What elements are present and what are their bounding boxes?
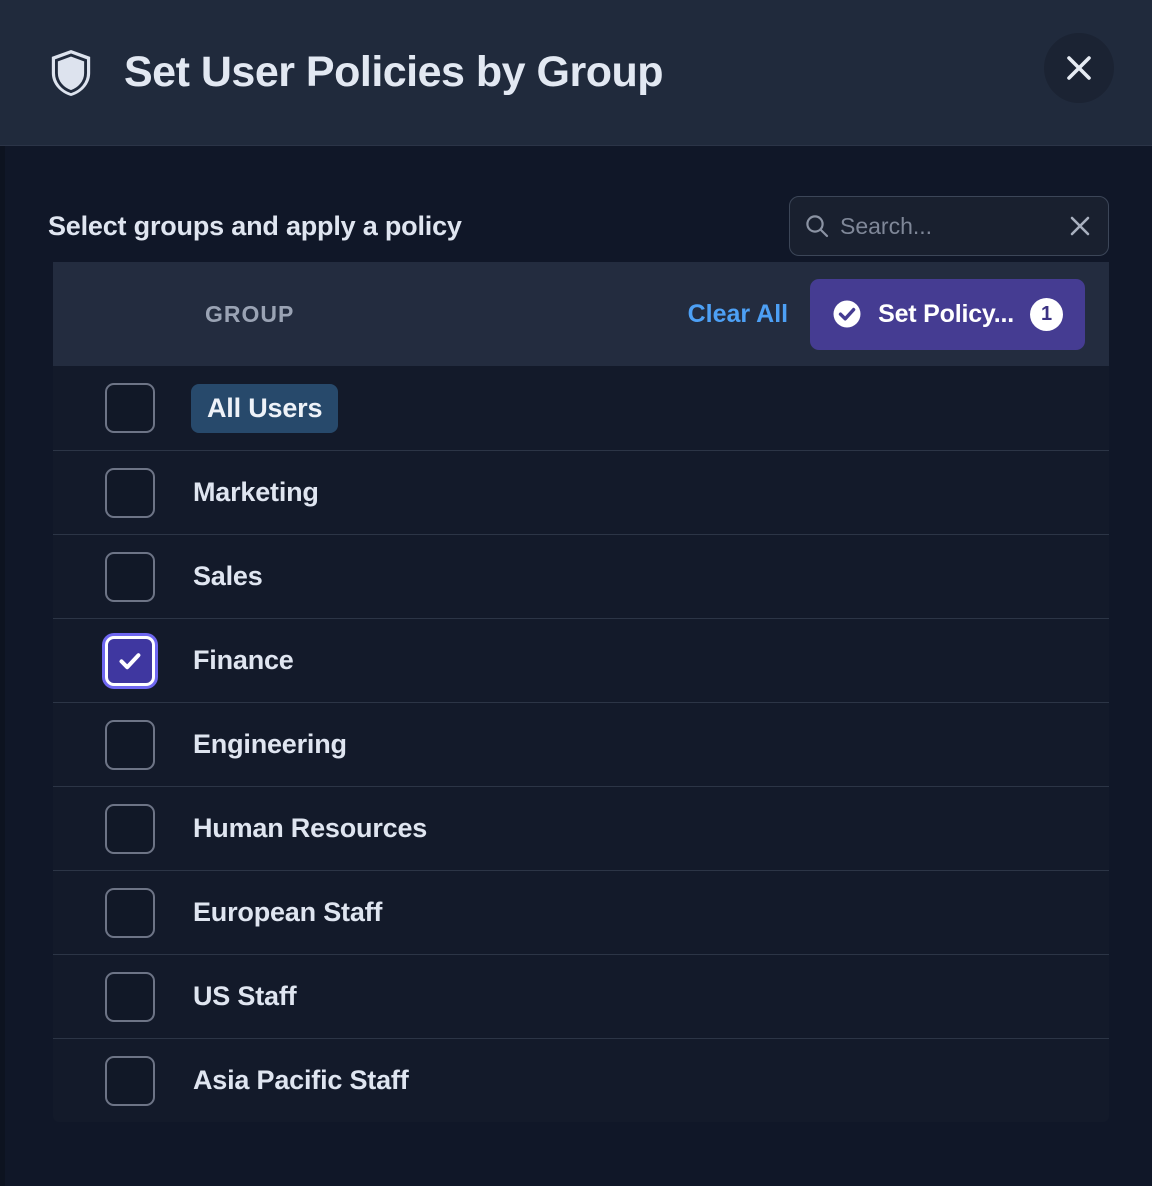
group-name: Asia Pacific Staff (193, 1065, 409, 1095)
selection-count-badge: 1 (1030, 297, 1063, 331)
close-button[interactable] (1044, 33, 1114, 103)
search-box[interactable] (789, 196, 1109, 256)
group-checkbox[interactable] (105, 383, 155, 433)
page-title: Set User Policies by Group (124, 48, 664, 96)
group-name: Human Resources (193, 813, 428, 843)
group-checkbox[interactable] (105, 551, 155, 602)
table-row[interactable]: US Staff (53, 954, 1109, 1038)
group-name: Marketing (193, 477, 319, 507)
group-checkbox[interactable] (105, 635, 155, 686)
group-name: European Staff (193, 897, 383, 927)
group-name: Sales (193, 561, 263, 591)
table-row[interactable]: European Staff (53, 870, 1109, 954)
group-list: All Users Marketing Sales Finance Engineerin… (53, 366, 1109, 1122)
modal-header: Set User Policies by Group (0, 0, 1152, 146)
table-row[interactable]: Marketing (53, 450, 1109, 534)
group-checkbox[interactable] (105, 887, 155, 938)
set-policy-button[interactable]: Set Policy... 1 (810, 278, 1085, 350)
table-row[interactable]: Asia Pacific Staff (53, 1038, 1109, 1122)
toolbar: Select groups and apply a policy (5, 146, 1152, 262)
table-header-row: GROUP Clear All Set Policy... 1 (53, 262, 1109, 366)
search-icon (806, 215, 829, 238)
group-checkbox[interactable] (105, 803, 155, 854)
group-checkbox[interactable] (105, 467, 155, 518)
table-row[interactable]: Engineering (53, 702, 1109, 786)
group-name: Finance (193, 645, 294, 675)
table-row[interactable]: All Users (53, 366, 1109, 450)
group-table: GROUP Clear All Set Policy... 1 All User… (53, 262, 1109, 1122)
group-name: All Users (191, 383, 339, 433)
group-checkbox[interactable] (105, 719, 155, 770)
section-label: Select groups and apply a policy (48, 210, 462, 241)
clear-all-button[interactable]: Clear All (688, 300, 811, 329)
check-icon (119, 652, 141, 669)
shield-icon (51, 49, 91, 96)
search-input[interactable] (840, 212, 1056, 240)
group-checkbox[interactable] (105, 971, 155, 1022)
set-policy-label: Set Policy... (878, 299, 1014, 328)
group-checkbox[interactable] (105, 1055, 155, 1106)
table-row[interactable]: Human Resources (53, 786, 1109, 870)
group-name: Engineering (193, 729, 347, 759)
close-icon (1070, 216, 1090, 236)
check-circle-icon (833, 300, 861, 328)
set-user-policies-modal: Set User Policies by Group Select groups… (0, 0, 1152, 1186)
group-name: US Staff (193, 981, 297, 1011)
modal-body: Select groups and apply a policy GROUP C… (0, 146, 1152, 1186)
table-row[interactable]: Finance (53, 618, 1109, 702)
close-icon (1067, 56, 1091, 80)
table-row[interactable]: Sales (53, 534, 1109, 618)
search-clear-button[interactable] (1066, 212, 1094, 240)
column-header-group: GROUP (205, 300, 295, 327)
